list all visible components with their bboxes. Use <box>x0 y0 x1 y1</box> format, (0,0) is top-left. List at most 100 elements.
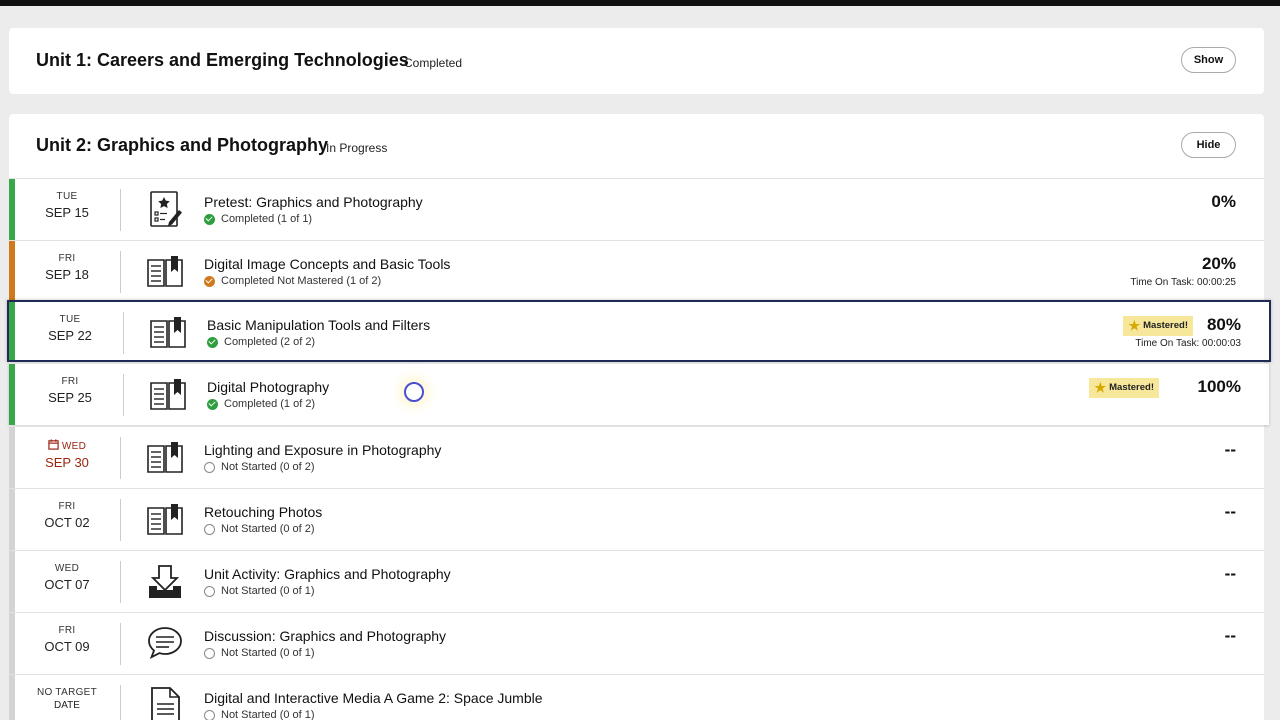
show-button[interactable]: Show <box>1181 47 1236 73</box>
book-icon <box>145 500 185 540</box>
status-text: Completed Not Mastered (1 of 2) <box>221 275 382 287</box>
divider <box>120 189 121 231</box>
discussion-icon <box>145 624 185 664</box>
activity-title[interactable]: Digital and Interactive Media A Game 2: … <box>204 690 543 706</box>
activity-row[interactable]: FRI OCT 02 Retouching Photos Not Started… <box>9 488 1264 550</box>
month-day: SEP 30 <box>45 455 89 470</box>
status-bar <box>9 675 15 720</box>
activity-status: Not Started (0 of 1) <box>204 585 315 597</box>
book-icon <box>148 313 188 353</box>
target-date: TUE SEP 15 <box>31 191 103 220</box>
status-text: Not Started (0 of 1) <box>221 709 315 720</box>
activity-status: Not Started (0 of 2) <box>204 461 315 473</box>
score: 100% <box>1197 377 1241 396</box>
day-of-week: FRI <box>58 501 76 512</box>
activity-row[interactable]: NO TARGET DATE Digital and Interactive M… <box>9 674 1264 720</box>
target-date: WED SEP 30 <box>31 439 103 470</box>
score: -- <box>1224 440 1236 459</box>
day-of-week: FRI <box>61 376 79 387</box>
day-of-week: TUE <box>56 191 78 202</box>
score: 80% <box>1206 315 1241 334</box>
mastered-badge: ★ Mastered! <box>1089 378 1159 398</box>
target-date: FRI OCT 09 <box>31 625 103 654</box>
activity-title[interactable]: Discussion: Graphics and Photography <box>204 628 446 644</box>
activity-status: Completed (2 of 2) <box>207 336 315 348</box>
activity-row[interactable]: TUE SEP 22 Basic Manipulation Tools and … <box>7 300 1271 362</box>
calendar-icon <box>48 439 62 452</box>
book-icon <box>145 438 185 478</box>
month-day: DATE <box>54 700 80 711</box>
activity-title[interactable]: Digital Photography <box>207 379 329 395</box>
status-text: Completed (1 of 2) <box>224 398 316 410</box>
hide-button[interactable]: Hide <box>1181 132 1236 158</box>
target-date: TUE SEP 22 <box>34 314 106 343</box>
mastered-label: Mastered! <box>1143 320 1188 331</box>
activity-title[interactable]: Retouching Photos <box>204 504 322 520</box>
time-on-task: Time On Task: 00:00:25 <box>1130 277 1236 288</box>
activity-title[interactable]: Pretest: Graphics and Photography <box>204 194 423 210</box>
unit-card-1: Unit 1: Careers and Emerging Technologie… <box>9 28 1264 94</box>
activity-row[interactable]: WED SEP 30 Lighting and Exposure in Phot… <box>9 426 1264 488</box>
status-bar <box>9 551 15 612</box>
activity-status: Completed Not Mastered (1 of 2) <box>204 275 381 287</box>
day-of-week: WED <box>54 563 80 574</box>
target-date: FRI SEP 18 <box>31 253 103 282</box>
unit-title[interactable]: Unit 1: Careers and Emerging Technologie… <box>36 50 409 71</box>
day-of-week: WED <box>61 441 87 452</box>
status-bar <box>9 179 15 240</box>
activity-row[interactable]: FRI SEP 25 Digital Photography Completed… <box>9 363 1269 425</box>
unit-status: In Progress <box>326 141 388 155</box>
divider <box>123 312 124 354</box>
month-day: SEP 15 <box>45 205 89 220</box>
activity-row[interactable]: TUE SEP 15 Pretest: Graphics and Photogr… <box>9 178 1264 240</box>
month-day: OCT 09 <box>44 639 90 654</box>
mouse-cursor <box>402 380 426 404</box>
unit-title[interactable]: Unit 2: Graphics and Photography <box>36 135 328 156</box>
activity-status: Not Started (0 of 1) <box>204 647 315 659</box>
day-of-week: FRI <box>58 253 76 264</box>
activity-title[interactable]: Basic Manipulation Tools and Filters <box>207 317 430 333</box>
activity-status: Not Started (0 of 2) <box>204 523 315 535</box>
activity-title[interactable]: Lighting and Exposure in Photography <box>204 442 441 458</box>
divider <box>120 561 121 603</box>
status-icon <box>204 647 215 659</box>
status-text: Not Started (0 of 2) <box>221 461 315 473</box>
activity-title[interactable]: Digital Image Concepts and Basic Tools <box>204 256 450 272</box>
day-of-week: TUE <box>59 314 81 325</box>
status-icon <box>204 275 215 287</box>
document-icon <box>145 686 185 720</box>
status-icon <box>204 523 215 535</box>
day-of-week: FRI <box>58 625 76 636</box>
status-text: Completed (2 of 2) <box>224 336 316 348</box>
score: 20% <box>1201 254 1236 273</box>
status-icon <box>204 709 215 720</box>
status-text: Not Started (0 of 1) <box>221 647 315 659</box>
status-icon <box>204 585 215 597</box>
target-date: NO TARGET DATE <box>31 687 103 711</box>
score: 0% <box>1211 192 1236 211</box>
status-icon <box>204 461 215 473</box>
activity-row[interactable]: FRI OCT 09 Discussion: Graphics and Phot… <box>9 612 1264 674</box>
status-bar <box>9 364 15 425</box>
pretest-icon <box>145 190 185 230</box>
score: -- <box>1224 626 1236 645</box>
activity-row[interactable]: FRI SEP 18 Digital Image Concepts and Ba… <box>9 240 1264 302</box>
divider <box>120 623 121 665</box>
activity-title[interactable]: Unit Activity: Graphics and Photography <box>204 566 451 582</box>
unit-status: Completed <box>404 56 463 70</box>
month-day: OCT 07 <box>44 577 90 592</box>
divider <box>123 374 124 416</box>
score: -- <box>1224 564 1236 583</box>
activity-status: Completed (1 of 2) <box>207 398 315 410</box>
day-of-week: NO TARGET <box>36 687 98 698</box>
mastered-badge: ★ Mastered! <box>1123 316 1193 336</box>
activity-row[interactable]: WED OCT 07 Unit Activity: Graphics and P… <box>9 550 1264 612</box>
book-icon <box>145 252 185 292</box>
month-day: SEP 18 <box>45 267 89 282</box>
status-bar <box>9 613 15 674</box>
divider <box>120 499 121 541</box>
divider <box>120 437 121 479</box>
status-text: Not Started (0 of 2) <box>221 523 315 535</box>
status-text: Completed (1 of 1) <box>221 213 313 225</box>
status-bar <box>9 302 15 360</box>
